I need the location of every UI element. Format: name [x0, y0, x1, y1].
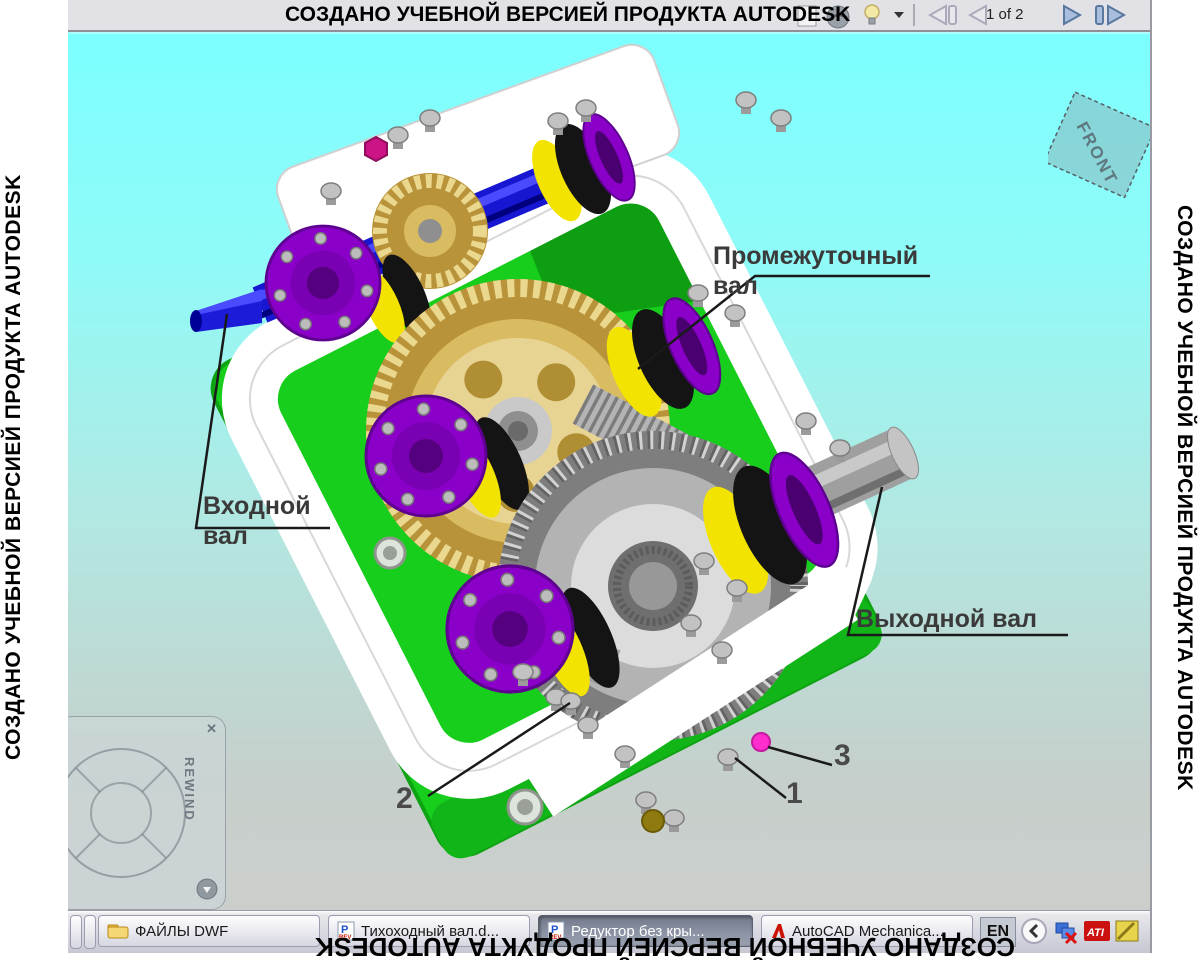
label-intermediate-line2: вал [713, 271, 918, 301]
label-input-shaft: Входной вал [203, 491, 311, 551]
steering-wheel[interactable]: ✕ REWIND [68, 716, 226, 910]
pink-dot [752, 733, 770, 751]
label-intermediate-line1: Промежуточный [713, 241, 918, 271]
input-flange [266, 226, 380, 340]
output-flange [447, 566, 573, 692]
chevron-down-icon[interactable] [894, 12, 904, 18]
previous-page-button[interactable] [970, 6, 986, 24]
next-page-button[interactable] [1064, 6, 1080, 24]
system-tray: ATI [1018, 913, 1150, 951]
watermark-left: СОЗДАНО УЧЕБНОЙ ВЕРСИЕЙ ПРОДУКТА AUTODES… [2, 200, 26, 760]
watermark-bottom: СОЗДАНО УЧЕБНОЙ ВЕРСИЕЙ ПРОДУКТА AUTODES… [325, 922, 1015, 960]
page-indicator: 1 of 2 [986, 6, 1024, 23]
olive-plug [642, 810, 664, 832]
label-input-line1: Входной [203, 491, 311, 521]
intermediate-flange [366, 396, 486, 516]
ati-icon[interactable]: ATI [1084, 921, 1110, 941]
lightbulb-icon[interactable] [865, 5, 879, 24]
label-item-3: 3 [834, 739, 851, 773]
network-offline-icon[interactable] [1056, 923, 1076, 943]
taskbar-edge-button[interactable] [70, 915, 82, 949]
hide-icons-chevron-icon[interactable] [1022, 919, 1046, 943]
gearbox-model [68, 34, 1150, 910]
screenshot-root: СОЗДАНО УЧЕБНОЙ ВЕРСИЕЙ ПРОДУКТА AUTODES… [0, 0, 1200, 960]
label-item-2: 2 [396, 782, 413, 816]
svg-text:ATI: ATI [1086, 927, 1105, 939]
watermark-title: СОЗДАНО УЧЕБНОЙ ВЕРСИЕЙ ПРОДУКТА AUTODES… [285, 3, 850, 27]
folder-icon [107, 922, 129, 940]
first-page-button[interactable] [930, 6, 956, 24]
drawing-canvas[interactable]: Промежуточный вал Входной вал Выходной в… [68, 32, 1150, 910]
viewcube-front[interactable]: FRONT [1048, 64, 1150, 234]
last-page-button[interactable] [1096, 6, 1124, 24]
label-intermediate-shaft: Промежуточный вал [713, 241, 918, 301]
taskbar-button-files-dwf[interactable]: ФАЙЛЫ DWF [98, 915, 320, 947]
label-output-shaft: Выходной вал [856, 604, 1037, 634]
label-item-1: 1 [786, 777, 803, 811]
wheel-rewind-segment[interactable]: REWIND [182, 757, 197, 822]
steering-wheel-rings [68, 717, 225, 909]
toolbar: СОЗДАНО УЧЕБНОЙ ВЕРСИЕЙ ПРОДУКТА AUTODES… [68, 0, 1150, 32]
watermark-right: СОЗДАНО УЧЕБНОЙ ВЕРСИЕЙ ПРОДУКТА AUTODES… [1172, 205, 1196, 755]
taskbar-edge-button-2[interactable] [84, 915, 96, 949]
dwf-viewer-window: СОЗДАНО УЧЕБНОЙ ВЕРСИЕЙ ПРОДУКТА AUTODES… [68, 0, 1152, 953]
clipped-tray-icon[interactable] [1116, 921, 1138, 941]
magenta-plug [365, 137, 387, 161]
label-input-line2: вал [203, 521, 311, 551]
taskbar-button-label: ФАЙЛЫ DWF [135, 923, 228, 940]
wheel-close-icon[interactable]: ✕ [206, 721, 217, 737]
